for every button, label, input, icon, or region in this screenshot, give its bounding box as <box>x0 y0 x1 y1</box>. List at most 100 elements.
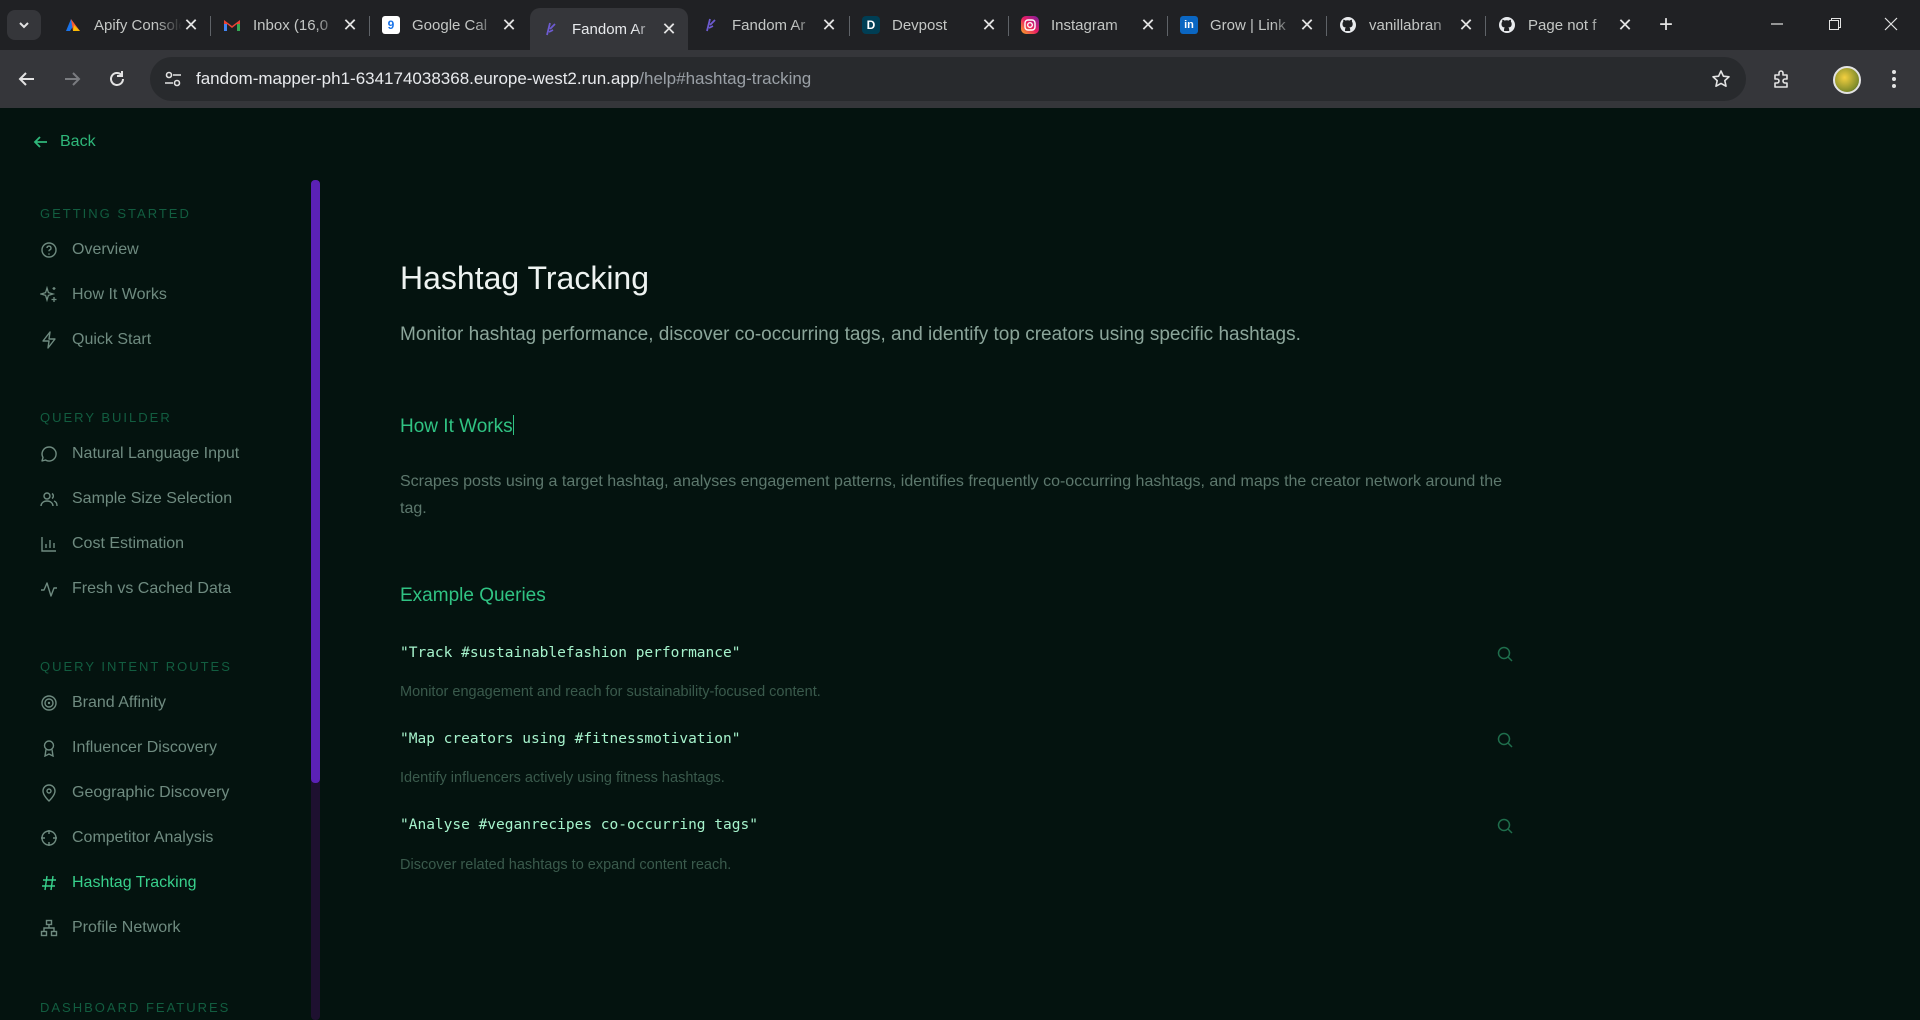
more-vertical-icon <box>1892 70 1896 88</box>
tab-instagram[interactable]: Instagram ✕ <box>1009 8 1167 42</box>
arrow-left-icon <box>18 72 34 86</box>
tab-github-vanillabran[interactable]: vanillabran ✕ <box>1327 8 1485 42</box>
search-icon[interactable] <box>1496 645 1514 663</box>
tab-google-calendar[interactable]: 9 Google Cal ✕ <box>370 8 528 42</box>
section-query-intent-routes: QUERY INTENT ROUTES <box>40 659 232 674</box>
url-host: fandom-mapper-ph1-634174038368.europe-we… <box>196 69 640 88</box>
close-icon[interactable]: ✕ <box>820 15 838 35</box>
bookmark-star-icon[interactable] <box>1710 68 1732 90</box>
sidebar-item-how-it-works[interactable]: How It Works <box>40 281 167 309</box>
close-icon[interactable]: ✕ <box>980 15 998 35</box>
section-query-builder: QUERY BUILDER <box>40 410 172 425</box>
sidebar-item-label: Profile Network <box>72 919 181 936</box>
chat-bubble-icon <box>41 446 57 462</box>
browser-toolbar: fandom-mapper-ph1-634174038368.europe-we… <box>0 50 1920 108</box>
tab-apify[interactable]: Apify Console ✕ <box>52 8 210 42</box>
page-title: Hashtag Tracking <box>400 260 650 296</box>
sidebar-item-label: Competitor Analysis <box>72 829 214 846</box>
tab-linkedin[interactable]: in Grow | Link ✕ <box>1168 8 1326 42</box>
sidebar-item-influencer-discovery[interactable]: Influencer Discovery <box>40 734 217 762</box>
tab-title: Grow | Link <box>1210 16 1286 34</box>
close-icon[interactable]: ✕ <box>341 15 359 35</box>
sidebar-item-label: Fresh vs Cached Data <box>72 580 232 597</box>
bar-chart-icon <box>41 537 56 552</box>
sidebar-item-label: Cost Estimation <box>72 535 185 552</box>
close-icon[interactable]: ✕ <box>1298 15 1316 35</box>
tab-devpost[interactable]: D Devpost ✕ <box>850 8 1008 42</box>
example-query[interactable]: "Analyse #veganrecipes co-occurring tags… <box>400 817 758 833</box>
extensions-button[interactable] <box>1767 64 1797 94</box>
network-icon <box>40 919 58 937</box>
tab-fandom-active[interactable]: Fandom Ar ✕ <box>530 8 688 50</box>
sidebar-item-fresh-vs-cached[interactable]: Fresh vs Cached Data <box>40 575 231 603</box>
sidebar-item-label: Influencer Discovery <box>72 739 217 756</box>
close-icon[interactable]: ✕ <box>1139 15 1157 35</box>
sidebar-item-label: Brand Affinity <box>72 694 166 711</box>
url-text[interactable]: fandom-mapper-ph1-634174038368.europe-we… <box>196 69 811 89</box>
search-icon[interactable] <box>1496 817 1514 835</box>
close-window-button[interactable] <box>1862 0 1920 48</box>
tab-title: Inbox (16,0 <box>253 16 329 34</box>
profile-avatar[interactable] <box>1833 66 1861 94</box>
crosshair-icon <box>41 830 57 846</box>
how-it-works-heading-text: How It Works <box>400 416 513 437</box>
sidebar-item-overview[interactable]: Overview <box>40 236 139 264</box>
example-queries-heading: Example Queries <box>400 585 546 606</box>
sidebar-item-natural-language-input[interactable]: Natural Language Input <box>40 440 239 468</box>
arrow-left-icon <box>33 136 47 148</box>
new-tab-button[interactable]: + <box>1651 10 1681 40</box>
close-icon[interactable]: ✕ <box>182 15 200 35</box>
back-link[interactable]: Back <box>32 133 96 151</box>
example-description: Discover related hashtags to expand cont… <box>400 857 732 873</box>
sidebar-item-competitor-analysis[interactable]: Competitor Analysis <box>40 824 213 852</box>
close-icon[interactable]: ✕ <box>1457 15 1475 35</box>
sidebar-item-label: Natural Language Input <box>72 445 240 462</box>
close-icon <box>1884 17 1898 31</box>
close-icon[interactable]: ✕ <box>1616 15 1634 35</box>
browser-menu-button[interactable] <box>1879 64 1909 94</box>
example-query[interactable]: "Map creators using #fitnessmotivation" <box>400 731 740 747</box>
site-info-icon[interactable] <box>162 68 184 90</box>
map-pin-icon <box>42 784 56 802</box>
back-label: Back <box>60 133 96 150</box>
apify-icon <box>64 16 82 34</box>
sidebar-item-sample-size-selection[interactable]: Sample Size Selection <box>40 485 232 513</box>
close-icon[interactable]: ✕ <box>500 15 518 35</box>
sidebar-item-cost-estimation[interactable]: Cost Estimation <box>40 530 184 558</box>
sidebar-item-quick-start[interactable]: Quick Start <box>40 326 151 354</box>
gmail-icon <box>223 16 241 34</box>
tab-title: Devpost <box>892 16 948 34</box>
github-icon <box>1498 16 1516 34</box>
tab-title: Fandom Ar <box>572 20 646 38</box>
restore-button[interactable] <box>1806 0 1864 48</box>
linkedin-icon: in <box>1180 16 1198 34</box>
devpost-icon: D <box>862 16 880 34</box>
sidebar-item-brand-affinity[interactable]: Brand Affinity <box>40 689 166 717</box>
forward-nav-button[interactable] <box>57 64 87 94</box>
tab-gmail[interactable]: Inbox (16,0 ✕ <box>211 8 369 42</box>
minimize-button[interactable] <box>1748 0 1806 48</box>
help-page: Back GETTING STARTED Overview How It Wor… <box>0 108 1920 1020</box>
sidebar-item-label: How It Works <box>72 286 167 303</box>
instagram-icon <box>1021 16 1039 34</box>
help-sidebar: GETTING STARTED Overview How It Works Qu… <box>0 180 320 1020</box>
tab-fandom[interactable]: Fandom Ar ✕ <box>690 8 848 42</box>
tab-title: vanillabran <box>1369 16 1442 34</box>
reload-button[interactable] <box>102 64 132 94</box>
tab-github-page-not-found[interactable]: Page not f ✕ <box>1486 8 1644 42</box>
search-icon[interactable] <box>1496 731 1514 749</box>
back-nav-button[interactable] <box>12 64 42 94</box>
sidebar-item-profile-network[interactable]: Profile Network <box>40 914 180 942</box>
sidebar-item-geographic-discovery[interactable]: Geographic Discovery <box>40 779 229 807</box>
sidebar-item-hashtag-tracking[interactable]: Hashtag Tracking <box>40 869 197 897</box>
close-icon[interactable]: ✕ <box>660 19 678 39</box>
address-bar[interactable]: fandom-mapper-ph1-634174038368.europe-we… <box>150 57 1746 101</box>
help-circle-icon <box>41 242 57 258</box>
sparkles-icon <box>40 286 57 303</box>
how-it-works-heading: How It Works <box>400 415 514 438</box>
github-icon <box>1339 16 1357 34</box>
tab-search-button[interactable] <box>7 10 41 40</box>
sidebar-scrollbar-thumb[interactable] <box>311 180 320 783</box>
tab-title: Instagram <box>1051 16 1118 34</box>
example-query[interactable]: "Track #sustainablefashion performance" <box>400 645 740 661</box>
